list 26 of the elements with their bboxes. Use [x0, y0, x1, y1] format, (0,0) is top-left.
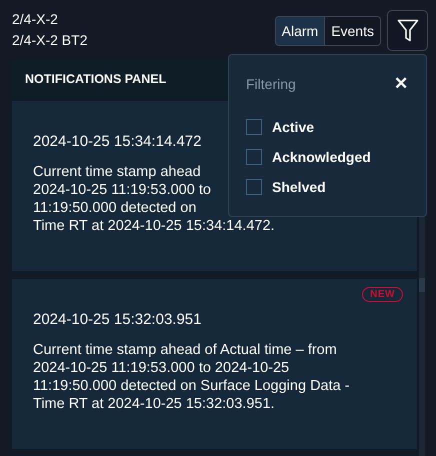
notification-timestamp: 2024-10-25 15:32:03.951 [33, 311, 202, 329]
panel-title: NOTIFICATIONS PANEL [25, 72, 166, 86]
close-button[interactable]: ✕ [394, 75, 408, 93]
popover-title: Filtering [246, 76, 296, 92]
checkbox-label[interactable]: Shelved [272, 179, 326, 195]
message-line: 2024-10-25 11:19:53.000 to [33, 181, 211, 199]
message-line: Current time stamp ahead of Actual time – from [33, 341, 337, 359]
message-line: 2024-10-25 11:19:53.000 to 2024-10-25 [33, 359, 290, 377]
message-line: 11:19:50.000 detected on Surface Logging Data - [33, 377, 350, 395]
filter-button[interactable] [387, 10, 428, 51]
notification-timestamp: 2024-10-25 15:34:14.472 [33, 133, 202, 151]
device-title: 2/4-X-2 [12, 11, 59, 28]
view-tab[interactable]: Events [324, 16, 380, 44]
checkbox[interactable] [246, 179, 262, 195]
checkbox-label[interactable]: Acknowledged [272, 149, 371, 165]
checkbox-label[interactable]: Active [272, 119, 314, 135]
message-line: Time RT at 2024-10-25 15:34:14.472. [33, 217, 275, 235]
new-badge: NEW [362, 287, 403, 302]
message-line: 11:19:50.000 detected on [33, 199, 196, 217]
filter-icon [396, 18, 418, 42]
view-tab[interactable]: Alarm [276, 16, 324, 44]
checkbox[interactable] [246, 119, 262, 135]
device-subtitle: 2/4-X-2 BT2 [12, 32, 88, 49]
message-line: Time RT at 2024-10-25 15:32:03.951. [33, 395, 275, 413]
message-line: Current time stamp ahead [33, 163, 201, 181]
checkbox[interactable] [246, 149, 262, 165]
